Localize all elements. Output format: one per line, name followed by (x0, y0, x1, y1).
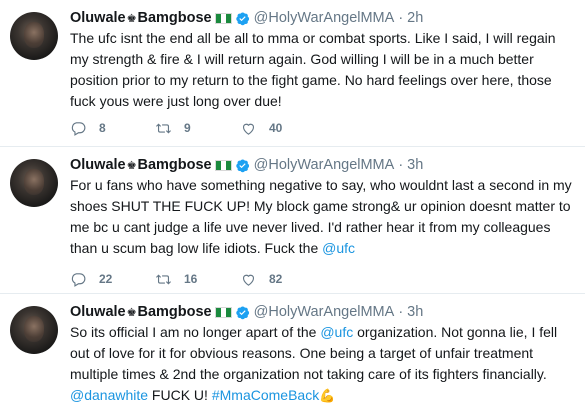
handle[interactable]: @HolyWarAngelMMA (254, 10, 395, 26)
retweet-button[interactable]: 16 (155, 271, 240, 288)
tweet-feed: Oluwale ♚ Bamgbose @HolyWarAngelMMA · 2h T… (0, 0, 585, 415)
display-name[interactable]: Oluwale (70, 157, 126, 173)
tweet-header: Oluwale ♚ Bamgbose @HolyWarAngelMMA · 2h (70, 8, 423, 28)
separator: · (398, 10, 404, 26)
like-count: 82 (269, 272, 283, 286)
tweet[interactable]: Oluwale ♚ Bamgbose @HolyWarAngelMMA · 3h F… (0, 147, 585, 294)
tweet-header: Oluwale ♚ Bamgbose @HolyWarAngelMMA · 3h (70, 155, 423, 175)
reply-icon (71, 121, 86, 136)
heart-icon (242, 274, 255, 286)
tweet[interactable]: Oluwale ♚ Bamgbose @HolyWarAngelMMA · 2h T… (0, 0, 585, 147)
retweet-button[interactable]: 9 (155, 120, 240, 137)
tweet-actions: 22 16 82 (70, 269, 325, 289)
tweet-header: Oluwale ♚ Bamgbose @HolyWarAngelMMA · 3h (70, 302, 423, 322)
display-name[interactable]: Oluwale (70, 304, 126, 320)
display-name[interactable]: Oluwale (70, 10, 126, 26)
reply-count: 8 (99, 121, 106, 135)
timestamp[interactable]: 3h (407, 157, 423, 173)
mention-link[interactable]: @ufc (322, 240, 355, 256)
retweet-count: 16 (184, 272, 198, 286)
mention-link[interactable]: @danawhite (70, 387, 148, 403)
reply-icon (71, 272, 86, 287)
reply-count: 22 (99, 272, 113, 286)
retweet-count: 9 (184, 121, 191, 135)
tweet-text-main: For u fans who have something negative t… (70, 177, 572, 256)
crown-icon: ♚ (126, 306, 137, 319)
display-name-suffix[interactable]: Bamgbose (137, 10, 211, 26)
tweet-text: For u fans who have something negative t… (70, 175, 575, 259)
hashtag-link[interactable]: #MmaComeBack (212, 387, 319, 403)
nigeria-flag-icon (214, 159, 232, 171)
mention-link[interactable]: @ufc (320, 324, 353, 340)
retweet-icon (156, 122, 171, 134)
tweet-text: So its official I am no longer apart of … (70, 322, 575, 406)
separator: · (398, 157, 404, 173)
tweet-text: The ufc isnt the end all be all to mma o… (70, 30, 556, 109)
reply-button[interactable]: 8 (70, 120, 155, 137)
heart-icon (242, 123, 255, 135)
crown-icon: ♚ (126, 12, 137, 25)
separator: · (398, 304, 404, 320)
like-button[interactable]: 40 (240, 120, 325, 137)
avatar[interactable] (10, 159, 58, 207)
avatar[interactable] (10, 12, 58, 60)
handle[interactable]: @HolyWarAngelMMA (254, 157, 395, 173)
crown-icon: ♚ (126, 159, 137, 172)
display-name-suffix[interactable]: Bamgbose (137, 304, 211, 320)
verified-badge-icon (235, 158, 249, 172)
reply-button[interactable]: 22 (70, 271, 155, 288)
like-count: 40 (269, 121, 283, 135)
tweet-actions: 8 9 40 (70, 118, 325, 138)
retweet-icon (156, 273, 171, 285)
nigeria-flag-icon (214, 12, 232, 24)
flexed-biceps-emoji: 💪 (319, 388, 336, 403)
like-button[interactable]: 82 (240, 271, 325, 288)
verified-badge-icon (235, 305, 249, 319)
timestamp[interactable]: 2h (407, 10, 423, 26)
tweet[interactable]: Oluwale ♚ Bamgbose @HolyWarAngelMMA · 3h S… (0, 294, 585, 415)
nigeria-flag-icon (214, 306, 232, 318)
timestamp[interactable]: 3h (407, 304, 423, 320)
tweet-text-part: FUCK U! (148, 387, 212, 403)
display-name-suffix[interactable]: Bamgbose (137, 157, 211, 173)
avatar[interactable] (10, 306, 58, 354)
verified-badge-icon (235, 11, 249, 25)
handle[interactable]: @HolyWarAngelMMA (254, 304, 395, 320)
tweet-text-part: So its official I am no longer apart of … (70, 324, 321, 340)
